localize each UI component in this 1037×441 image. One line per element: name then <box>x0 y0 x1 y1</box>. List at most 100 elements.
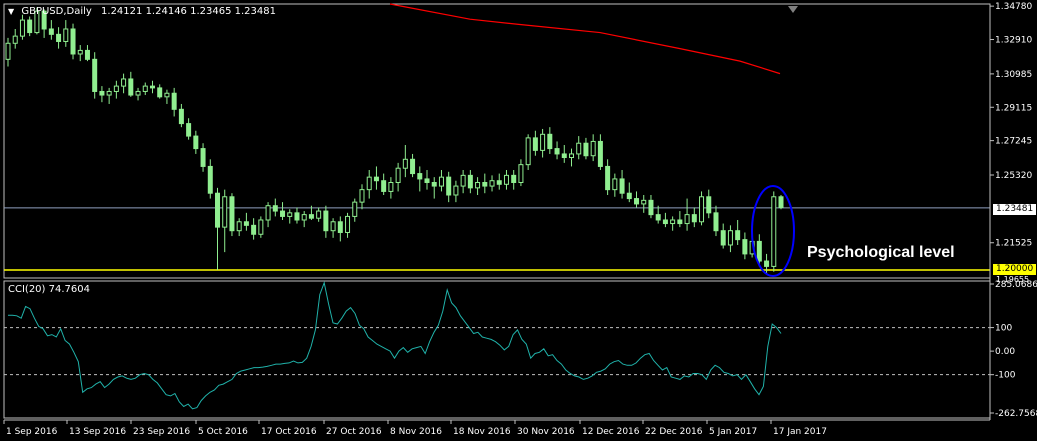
candle <box>655 205 661 224</box>
candle <box>402 145 408 178</box>
candle-body <box>171 92 177 110</box>
cci-tick-label: 100 <box>995 324 1012 334</box>
candle-body <box>287 212 293 217</box>
candle-body <box>294 212 300 221</box>
candle-body <box>265 205 271 221</box>
candle-body <box>547 133 553 150</box>
candle <box>84 45 90 62</box>
candle-body <box>70 28 76 55</box>
candle <box>475 177 481 195</box>
candle <box>410 153 416 178</box>
candle-body <box>764 260 770 267</box>
candle-body <box>655 214 661 221</box>
candle-body <box>388 182 394 192</box>
candle-body <box>229 196 235 232</box>
candle-body <box>186 123 192 137</box>
low-overlap-tag: 1.19655 <box>996 275 1030 284</box>
candle-body <box>662 219 668 225</box>
x-tick-label: 30 Nov 2016 <box>517 427 575 437</box>
candle-body <box>56 33 62 42</box>
candle-body <box>684 214 690 225</box>
candle <box>301 211 307 228</box>
x-tick-label: 5 Oct 2016 <box>198 427 248 437</box>
price-tick-label: 1.29115 <box>995 103 1032 113</box>
candle-body <box>583 142 589 157</box>
cci-panel-border <box>3 280 991 419</box>
candle <box>540 128 546 158</box>
candle <box>157 84 163 99</box>
candle <box>323 205 329 238</box>
candle-body <box>77 49 83 55</box>
candle <box>424 170 430 190</box>
candle-body <box>178 108 184 125</box>
price-tick-label: 1.30985 <box>995 70 1032 80</box>
candle-body <box>532 137 538 151</box>
x-tick-label: 22 Dec 2016 <box>645 427 703 437</box>
candle <box>735 219 741 245</box>
price-panel-border <box>3 3 991 279</box>
cci-line <box>8 281 782 410</box>
candle <box>294 207 300 224</box>
candle <box>677 211 683 228</box>
price-tick-label: 1.25320 <box>995 171 1032 181</box>
candle <box>641 194 647 213</box>
candle <box>684 198 690 231</box>
candle-body <box>778 196 784 208</box>
candle <box>70 23 76 60</box>
candle-body <box>706 196 712 214</box>
candle <box>27 16 33 37</box>
candle-body <box>301 214 307 221</box>
candle-body <box>243 221 249 226</box>
candle-body <box>482 182 488 187</box>
candle <box>359 184 365 210</box>
candle-body <box>677 219 683 225</box>
moving-average-line <box>389 3 781 75</box>
candle <box>561 145 567 163</box>
candle <box>200 143 206 172</box>
dropdown-triangle-icon[interactable]: ▼ <box>8 7 14 16</box>
candle-body <box>453 185 459 196</box>
candle-body <box>424 178 430 184</box>
candle <box>511 170 517 190</box>
candle-body <box>164 92 170 98</box>
chart-canvas: 1.34780 1.32910 1.30985 1.29115 1.27245 1.253… <box>3 2 1037 437</box>
candle-body <box>475 182 481 189</box>
candle-body <box>410 158 416 175</box>
candle-body <box>641 199 647 205</box>
candle-body <box>272 205 278 212</box>
chart-header: ▼ GBPUSD,Daily 1.24121 1.24146 1.23465 1… <box>8 6 276 17</box>
candle <box>713 205 719 237</box>
candle <box>92 52 98 99</box>
candle <box>258 216 264 238</box>
candle <box>99 86 105 103</box>
candle-body <box>48 28 54 35</box>
price-tick-label: 1.21525 <box>995 239 1032 249</box>
candle-body <box>193 135 199 150</box>
candle <box>467 170 473 194</box>
x-tick-label: 5 Jan 2017 <box>709 427 757 437</box>
candle-body <box>27 19 33 34</box>
candle <box>771 191 777 272</box>
cci-tick-label: 0.00 <box>995 347 1015 357</box>
candle <box>662 212 668 228</box>
candle <box>568 148 574 167</box>
candle <box>265 202 271 228</box>
candle <box>63 20 69 47</box>
candle <box>164 89 170 104</box>
candle-body <box>619 178 625 194</box>
candle <box>56 27 62 49</box>
candle-body <box>742 239 748 255</box>
candle <box>532 130 538 156</box>
candle <box>149 80 155 94</box>
x-tick-label: 13 Sep 2016 <box>69 427 126 437</box>
candle <box>5 37 11 67</box>
candle <box>113 80 119 99</box>
candle-body <box>713 212 719 232</box>
candle-body <box>699 196 705 223</box>
candle <box>12 28 18 49</box>
candle-body <box>511 174 517 184</box>
candle <box>554 141 560 160</box>
candle <box>605 159 611 195</box>
candle-body <box>113 85 119 92</box>
price-tick-label: 1.34780 <box>995 2 1032 12</box>
